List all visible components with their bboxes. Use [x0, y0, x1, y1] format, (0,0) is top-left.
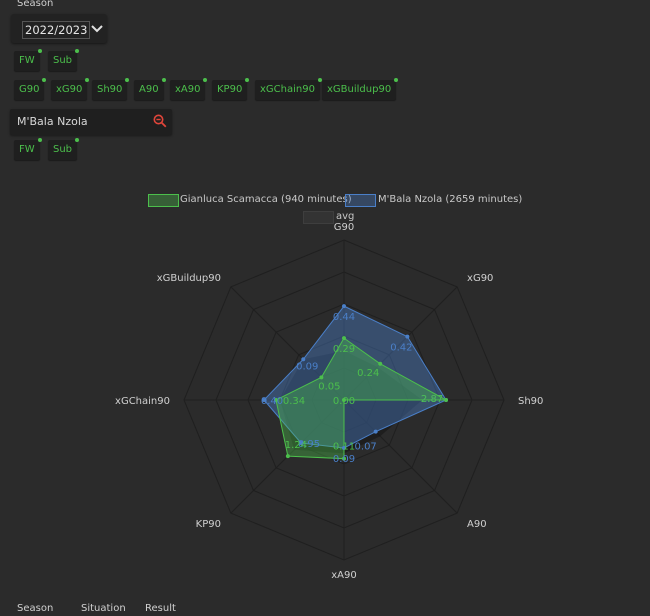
blue-value-xa90: 0.09: [333, 454, 355, 465]
green-point-xg90: [378, 361, 383, 366]
axis-label-kp90: KP90: [196, 519, 221, 530]
blue-value-xg90: 0.42: [390, 343, 412, 354]
green-value-xgchain90: 0.34: [283, 396, 305, 407]
green-point-kp90: [285, 454, 290, 459]
blue-value-g90: 0.44: [333, 312, 355, 323]
blue-point-g90: [342, 304, 346, 309]
blue-point-xg90: [405, 334, 410, 339]
green-point-xgbuildup90: [319, 375, 324, 380]
blue-value-xgchain90: 0.40: [261, 396, 283, 407]
blue-value-a90: 0.07: [355, 442, 377, 453]
axis-label-xa90: xA90: [331, 570, 356, 581]
axis-label-g90: G90: [334, 222, 354, 233]
radar-chart: 0.440.422.870.070.090.950.400.090.290.24…: [115, 222, 543, 581]
green-value-sh90: 2.87: [421, 394, 443, 405]
green-value-kp90: 1.24: [285, 440, 307, 451]
green-value-xa90: 0.11: [333, 442, 355, 453]
blue-point-a90: [373, 429, 378, 434]
green-value-a90: 0.00: [333, 396, 355, 407]
axis-label-xg90: xG90: [467, 273, 493, 284]
green-value-xgbuildup90: 0.05: [318, 381, 340, 392]
axis-label-xgbuildup90: xGBuildup90: [157, 273, 221, 284]
footer-col-result: Result: [145, 603, 176, 614]
blue-value-xgbuildup90: 0.09: [296, 361, 318, 372]
axis-label-sh90: Sh90: [518, 396, 543, 407]
axis-label-a90: A90: [467, 519, 487, 530]
footer-col-situation: Situation: [81, 603, 126, 614]
green-point-g90: [342, 336, 346, 341]
green-point-sh90: [444, 398, 449, 402]
green-value-xg90: 0.24: [357, 368, 379, 379]
green-value-g90: 0.29: [333, 344, 355, 355]
footer-col-season: Season: [17, 603, 54, 614]
axis-label-xgchain90: xGChain90: [115, 396, 170, 407]
